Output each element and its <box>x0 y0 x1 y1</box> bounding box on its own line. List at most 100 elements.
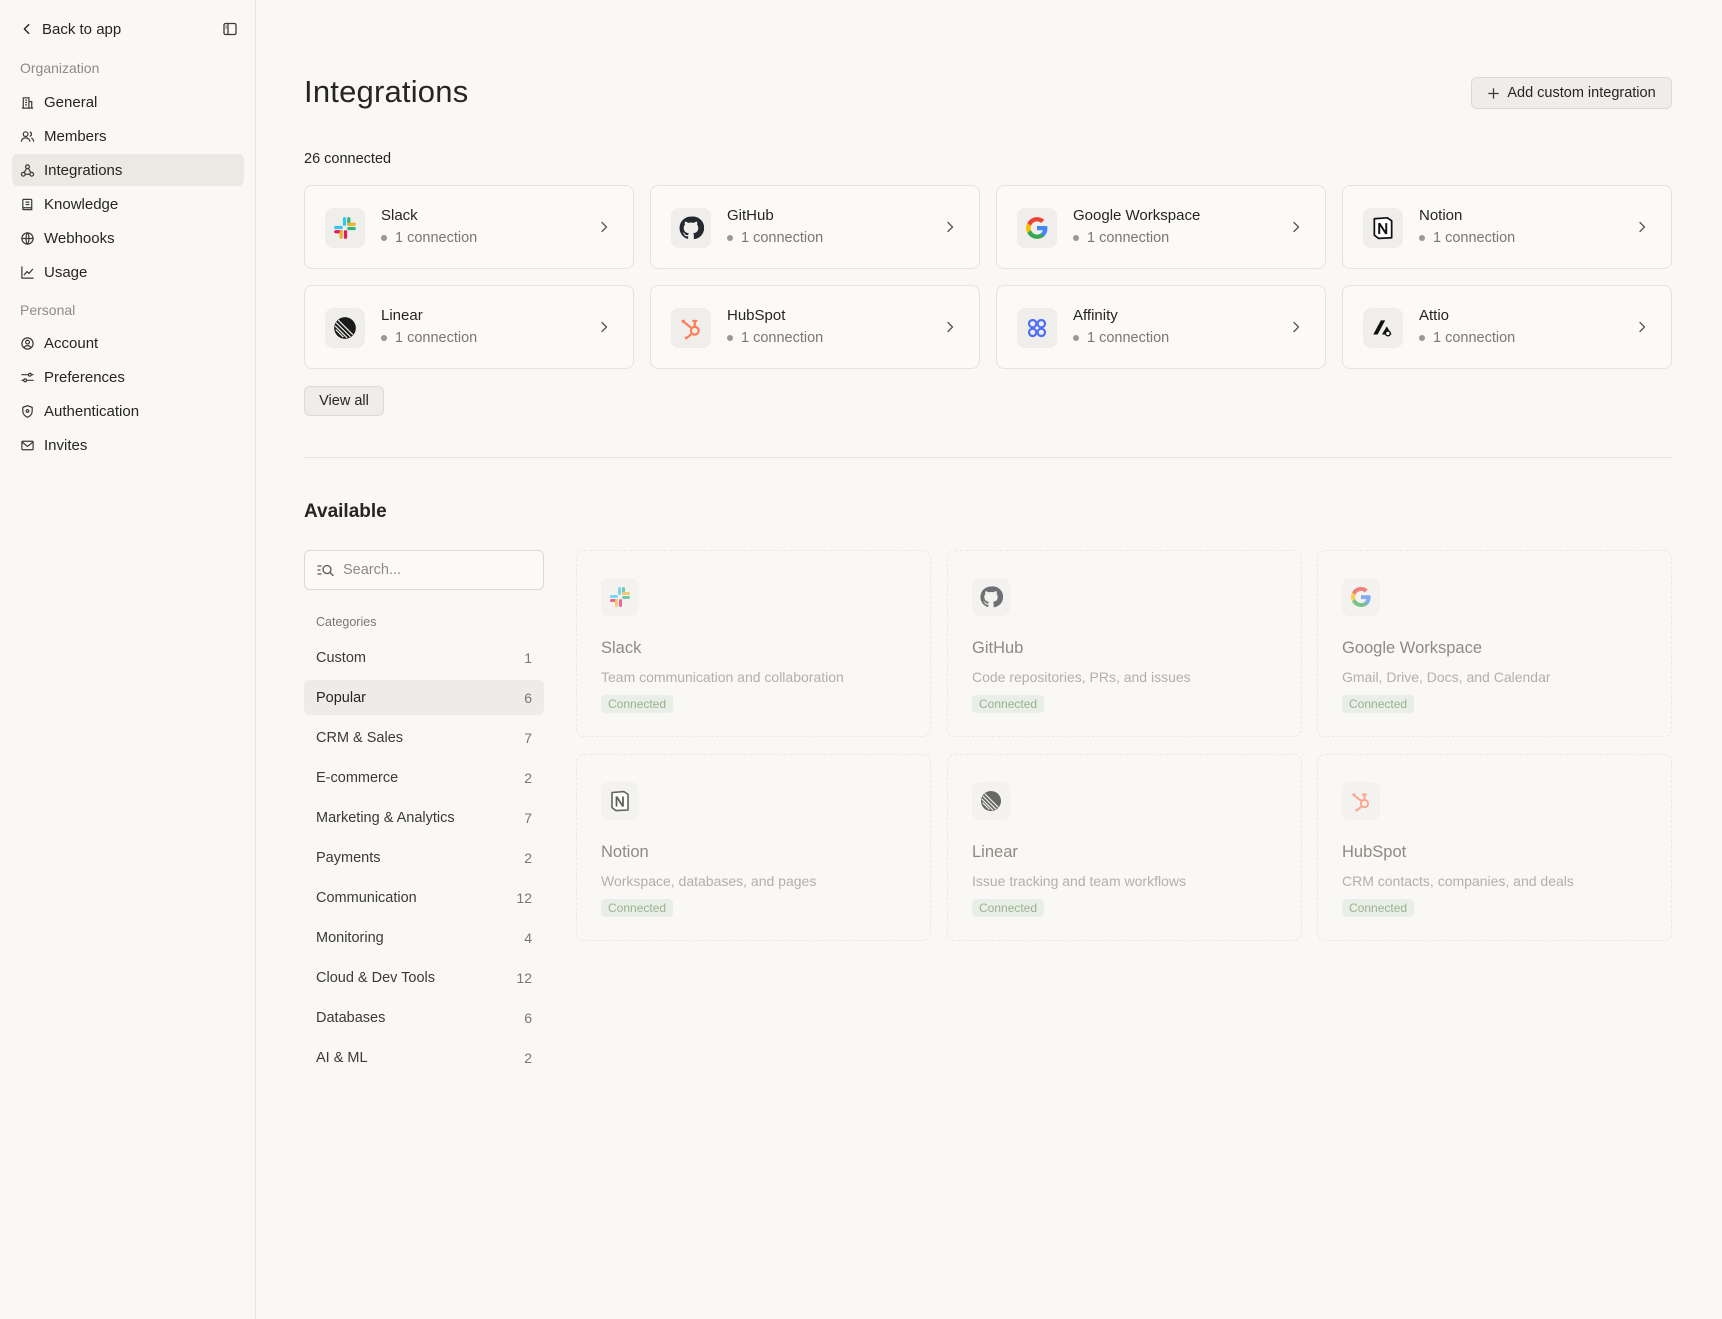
sidebar-item-label: Webhooks <box>44 229 115 247</box>
add-custom-integration-button[interactable]: Add custom integration <box>1471 77 1672 109</box>
available-card-linear[interactable]: Linear Issue tracking and team workflows… <box>947 754 1302 941</box>
connected-card-name: HubSpot <box>727 307 786 324</box>
available-card-github[interactable]: GitHub Code repositories, PRs, and issue… <box>947 550 1302 737</box>
sidebar-item-account[interactable]: Account <box>12 327 244 359</box>
sidebar-item-webhooks[interactable]: Webhooks <box>12 222 244 254</box>
connected-badge: Connected <box>972 899 1045 917</box>
category-count: 2 <box>524 1049 532 1066</box>
category-cloud-dev-tools[interactable]: Cloud & Dev Tools 12 <box>304 960 544 995</box>
available-card-name: Linear <box>972 843 1018 861</box>
chevron-left-icon <box>23 23 30 35</box>
github-icon <box>972 578 1010 616</box>
search-input[interactable] <box>343 562 533 578</box>
available-card-name: Google Workspace <box>1342 639 1483 657</box>
category-label: Marketing & Analytics <box>316 809 455 826</box>
chevron-right-icon <box>1293 321 1300 333</box>
page-title: Integrations <box>304 74 469 109</box>
category-crm-sales[interactable]: CRM & Sales 7 <box>304 720 544 755</box>
building-icon <box>21 96 34 109</box>
affinity-icon <box>1017 308 1057 348</box>
sidebar-toggle-button[interactable] <box>219 18 241 40</box>
sidebar-item-authentication[interactable]: Authentication <box>12 395 244 427</box>
connected-card-attio[interactable]: Attio 1 connection <box>1342 285 1672 369</box>
chart-icon <box>21 265 34 279</box>
status-dot <box>1419 335 1425 341</box>
available-card-name: Notion <box>601 843 649 861</box>
connected-card-status: 1 connection <box>1073 230 1169 246</box>
view-all-button[interactable]: View all <box>304 386 384 416</box>
chevron-right-icon <box>601 321 608 333</box>
status-text: 1 connection <box>1087 330 1170 346</box>
category-monitoring[interactable]: Monitoring 4 <box>304 920 544 955</box>
sidebar-item-members[interactable]: Members <box>12 120 244 152</box>
add-custom-integration-label: Add custom integration <box>1507 85 1656 101</box>
status-dot <box>381 335 387 341</box>
hubspot-icon <box>1342 782 1380 820</box>
globe-icon <box>21 231 34 245</box>
available-card-slack[interactable]: Slack Team communication and collaborati… <box>576 550 931 737</box>
connected-card-slack[interactable]: Slack 1 connection <box>304 185 634 269</box>
category-marketing-analytics[interactable]: Marketing & Analytics 7 <box>304 800 544 835</box>
category-ai-ml[interactable]: AI & ML 2 <box>304 1040 544 1075</box>
category-label: Popular <box>316 689 366 706</box>
connected-card-google-workspace[interactable]: Google Workspace 1 connection <box>996 185 1326 269</box>
google-icon <box>1017 208 1057 248</box>
sliders-icon <box>21 372 34 382</box>
users-icon <box>20 130 35 142</box>
category-databases[interactable]: Databases 6 <box>304 1000 544 1035</box>
category-label: Monitoring <box>316 929 384 946</box>
connected-badge: Connected <box>972 695 1045 713</box>
sidebar-item-label: Knowledge <box>44 195 119 213</box>
category-custom[interactable]: Custom 1 <box>304 640 544 675</box>
book-icon <box>22 198 33 210</box>
sidebar-item-integrations[interactable]: Integrations <box>12 154 244 186</box>
available-card-google-workspace[interactable]: Google Workspace Gmail, Drive, Docs, and… <box>1317 550 1672 737</box>
category-count: 6 <box>524 1009 532 1026</box>
sidebar-item-invites[interactable]: Invites <box>12 429 244 461</box>
sidebar-item-usage[interactable]: Usage <box>12 256 244 288</box>
chevron-right-icon <box>1293 221 1300 233</box>
category-label: AI & ML <box>316 1049 368 1066</box>
available-card-hubspot[interactable]: HubSpot CRM contacts, companies, and dea… <box>1317 754 1672 941</box>
connected-count: 26 connected <box>304 151 392 167</box>
connected-card-hubspot[interactable]: HubSpot 1 connection <box>650 285 980 369</box>
connected-card-github[interactable]: GitHub 1 connection <box>650 185 980 269</box>
category-label: Custom <box>316 649 366 666</box>
connected-badge: Connected <box>601 899 674 917</box>
category-payments[interactable]: Payments 2 <box>304 840 544 875</box>
sidebar-item-knowledge[interactable]: Knowledge <box>12 188 244 220</box>
status-text: 1 connection <box>395 230 478 246</box>
connected-card-linear[interactable]: Linear 1 connection <box>304 285 634 369</box>
connected-card-name: GitHub <box>727 207 774 224</box>
status-text: 1 connection <box>741 230 824 246</box>
category-count: 6 <box>524 689 532 706</box>
chevron-right-icon <box>1639 221 1646 233</box>
github-icon <box>671 208 711 248</box>
category-communication[interactable]: Communication 12 <box>304 880 544 915</box>
sidebar-item-general[interactable]: General <box>12 86 244 118</box>
back-to-app-link[interactable]: Back to app <box>20 21 121 38</box>
connected-card-status: 1 connection <box>381 330 477 346</box>
available-card-notion[interactable]: Notion Workspace, databases, and pages C… <box>576 754 931 941</box>
category-popular[interactable]: Popular 6 <box>304 680 544 715</box>
available-card-description: Workspace, databases, and pages <box>601 873 817 889</box>
sidebar-item-label: Preferences <box>44 368 125 386</box>
integrations-icon <box>20 163 35 177</box>
section-label-personal: Personal <box>20 302 76 318</box>
notion-icon <box>1363 208 1403 248</box>
user-circle-icon <box>21 336 34 350</box>
sidebar-panel-icon <box>223 22 237 36</box>
connected-card-name: Linear <box>381 307 423 324</box>
connected-card-notion[interactable]: Notion 1 connection <box>1342 185 1672 269</box>
connected-card-name: Slack <box>381 207 418 224</box>
category-e-commerce[interactable]: E-commerce 2 <box>304 760 544 795</box>
back-to-app-label: Back to app <box>42 20 122 38</box>
status-dot <box>1073 335 1079 341</box>
available-card-name: HubSpot <box>1342 843 1407 861</box>
search-field[interactable] <box>304 550 544 590</box>
connected-card-affinity[interactable]: Affinity 1 connection <box>996 285 1326 369</box>
available-card-description: Team communication and collaboration <box>601 669 844 685</box>
connected-badge: Connected <box>1342 899 1415 917</box>
category-count: 2 <box>524 849 532 866</box>
sidebar-item-preferences[interactable]: Preferences <box>12 361 244 393</box>
